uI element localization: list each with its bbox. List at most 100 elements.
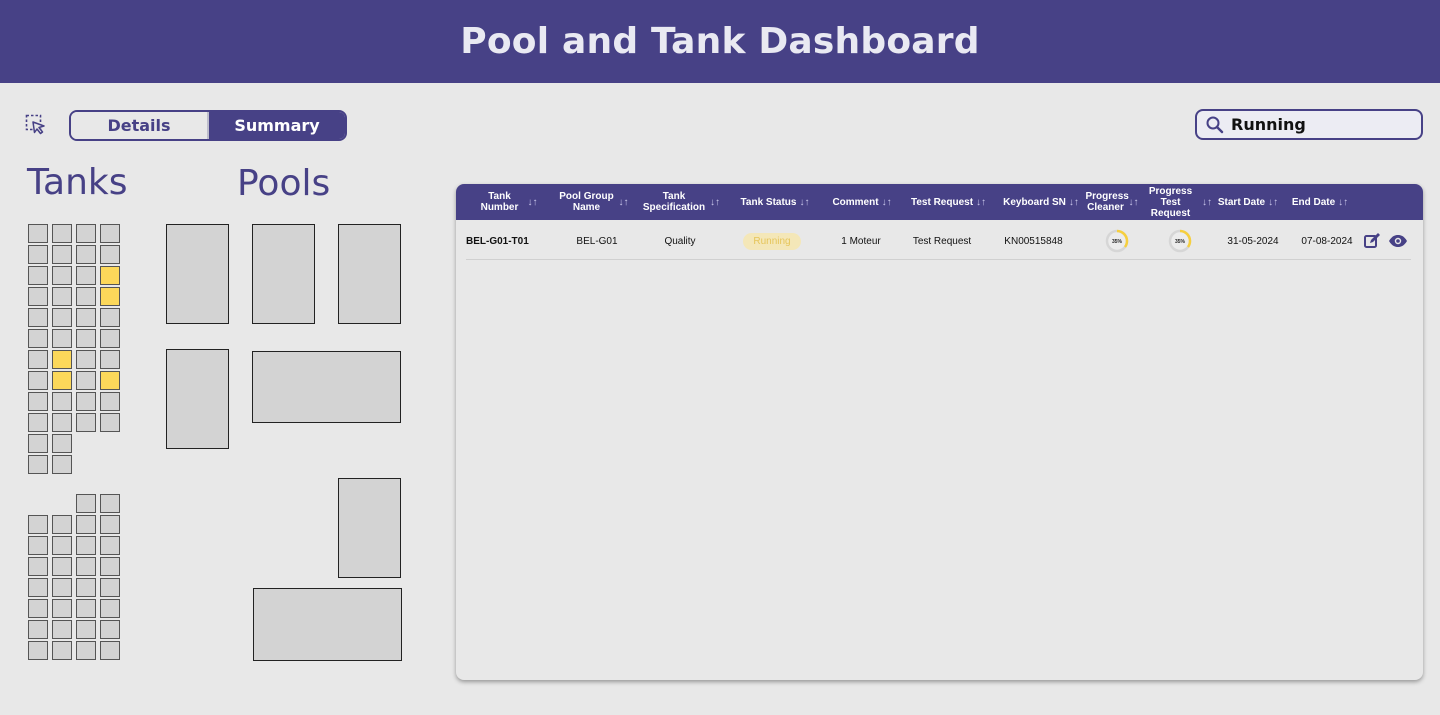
tank-cell[interactable] [52, 515, 72, 534]
tank-cell[interactable] [76, 266, 96, 285]
sort-icon[interactable]: ↓↑ [1268, 197, 1278, 208]
edit-icon[interactable] [1363, 232, 1381, 250]
tank-cell[interactable] [52, 392, 72, 411]
view-icon[interactable] [1388, 234, 1408, 248]
tank-cell[interactable] [76, 245, 96, 264]
tank-cell[interactable] [100, 287, 120, 306]
sort-icon[interactable]: ↓↑ [799, 197, 809, 208]
tank-cell[interactable] [76, 494, 96, 513]
tank-cell[interactable] [76, 641, 96, 660]
pool-block[interactable] [338, 224, 401, 324]
tank-cell[interactable] [52, 371, 72, 390]
tank-cell[interactable] [76, 308, 96, 327]
tank-cell[interactable] [28, 266, 48, 285]
tank-cell[interactable] [52, 224, 72, 243]
sort-icon[interactable]: ↓↑ [710, 197, 720, 208]
tank-cell[interactable] [28, 350, 48, 369]
tank-cell[interactable] [100, 536, 120, 555]
tank-cell[interactable] [28, 308, 48, 327]
table-row[interactable]: BEL-G01-T01 BEL-G01 Quality Running 1 Mo… [466, 222, 1411, 260]
tank-cell[interactable] [100, 371, 120, 390]
tank-cell[interactable] [28, 641, 48, 660]
tank-cell[interactable] [28, 392, 48, 411]
tank-cell[interactable] [28, 329, 48, 348]
tank-cell[interactable] [52, 599, 72, 618]
tank-cell[interactable] [52, 641, 72, 660]
col-test-request[interactable]: Test Request ↓↑ [906, 184, 991, 220]
tank-cell[interactable] [76, 515, 96, 534]
tank-cell[interactable] [28, 245, 48, 264]
search-box[interactable] [1195, 109, 1423, 140]
tank-cell[interactable] [28, 371, 48, 390]
tank-cell[interactable] [52, 329, 72, 348]
tank-cell[interactable] [100, 557, 120, 576]
tank-cell[interactable] [52, 455, 72, 474]
tank-cell[interactable] [100, 641, 120, 660]
tank-cell[interactable] [100, 392, 120, 411]
pool-block[interactable] [253, 588, 402, 661]
tank-cell[interactable] [52, 434, 72, 453]
col-comment[interactable]: Comment ↓↑ [826, 184, 898, 220]
tank-cell[interactable] [100, 329, 120, 348]
sort-icon[interactable]: ↓↑ [619, 197, 629, 208]
tank-cell[interactable] [28, 620, 48, 639]
tank-cell[interactable] [76, 599, 96, 618]
tank-cell[interactable] [52, 308, 72, 327]
tank-cell[interactable] [52, 557, 72, 576]
tank-cell[interactable] [76, 557, 96, 576]
sort-icon[interactable]: ↓↑ [882, 197, 892, 208]
tank-cell[interactable] [28, 578, 48, 597]
col-tank-number[interactable]: Tank Number ↓↑ [466, 184, 546, 220]
col-progress-test-request[interactable]: Progress Test Request ↓↑ [1142, 184, 1212, 220]
tab-summary[interactable]: Summary [209, 112, 345, 139]
tank-cell[interactable] [100, 515, 120, 534]
col-end-date[interactable]: End Date ↓↑ [1288, 184, 1352, 220]
tank-cell[interactable] [100, 308, 120, 327]
sort-icon[interactable]: ↓↑ [528, 197, 538, 208]
pool-block[interactable] [252, 224, 315, 324]
sort-icon[interactable]: ↓↑ [1338, 197, 1348, 208]
pool-block[interactable] [166, 224, 229, 324]
tank-cell[interactable] [52, 620, 72, 639]
pool-block[interactable] [252, 351, 401, 423]
tank-cell[interactable] [52, 350, 72, 369]
tank-cell[interactable] [28, 224, 48, 243]
tank-cell[interactable] [28, 455, 48, 474]
sort-icon[interactable]: ↓↑ [1069, 197, 1079, 208]
tank-cell[interactable] [76, 224, 96, 243]
dashed-select-cursor-icon[interactable] [25, 114, 47, 136]
tank-cell[interactable] [100, 620, 120, 639]
tank-cell[interactable] [100, 266, 120, 285]
tank-cell[interactable] [28, 434, 48, 453]
tank-cell[interactable] [100, 350, 120, 369]
tank-cell[interactable] [52, 536, 72, 555]
pool-block[interactable] [338, 478, 401, 578]
tank-cell[interactable] [28, 536, 48, 555]
tank-cell[interactable] [52, 266, 72, 285]
tank-cell[interactable] [100, 245, 120, 264]
col-start-date[interactable]: Start Date ↓↑ [1214, 184, 1282, 220]
sort-icon[interactable]: ↓↑ [976, 197, 986, 208]
tank-cell[interactable] [52, 287, 72, 306]
sort-icon[interactable]: ↓↑ [1202, 197, 1212, 208]
sort-icon[interactable]: ↓↑ [1129, 197, 1139, 208]
tank-cell[interactable] [100, 599, 120, 618]
tank-cell[interactable] [76, 287, 96, 306]
tank-cell[interactable] [28, 557, 48, 576]
tank-cell[interactable] [52, 413, 72, 432]
tank-cell[interactable] [28, 287, 48, 306]
tank-cell[interactable] [28, 515, 48, 534]
col-pool-group[interactable]: Pool Group Name ↓↑ [553, 184, 633, 220]
col-tank-status[interactable]: Tank Status ↓↑ [736, 184, 814, 220]
tank-cell[interactable] [52, 245, 72, 264]
tank-cell[interactable] [28, 599, 48, 618]
col-tank-specification[interactable]: Tank Specification ↓↑ [639, 184, 722, 220]
tank-cell[interactable] [76, 536, 96, 555]
tank-cell[interactable] [76, 413, 96, 432]
tank-cell[interactable] [76, 329, 96, 348]
tank-cell[interactable] [100, 578, 120, 597]
tank-cell[interactable] [28, 413, 48, 432]
tank-cell[interactable] [100, 494, 120, 513]
tank-cell[interactable] [100, 224, 120, 243]
tab-details[interactable]: Details [71, 112, 209, 139]
